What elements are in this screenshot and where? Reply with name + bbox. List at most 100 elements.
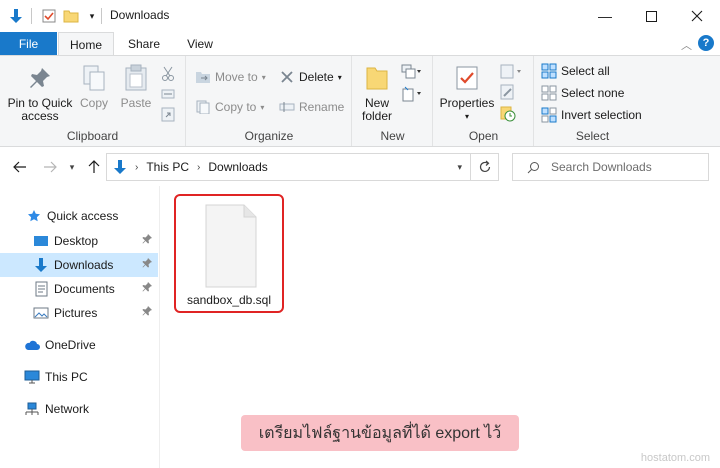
history-icon[interactable] bbox=[500, 104, 516, 124]
sql-file-icon bbox=[205, 204, 257, 288]
title-bar: ▾ Downloads — bbox=[0, 0, 720, 32]
nav-item-documents[interactable]: Documents bbox=[0, 277, 158, 301]
paste-button[interactable]: Paste bbox=[118, 62, 154, 110]
collapse-ribbon-chevron-icon[interactable]: ︿ bbox=[681, 37, 692, 53]
select-group: Select all Select none Invert selection … bbox=[535, 56, 650, 146]
select-all-label: Select all bbox=[561, 64, 610, 78]
nav-item-network[interactable]: Network bbox=[0, 397, 158, 421]
pictures-icon bbox=[33, 305, 49, 321]
move-to-label: Move to bbox=[215, 70, 258, 84]
nav-label-quick-access: Quick access bbox=[47, 209, 119, 223]
nav-item-this-pc[interactable]: This PC bbox=[0, 365, 158, 389]
tab-view[interactable]: View bbox=[176, 32, 224, 56]
help-button[interactable]: ? bbox=[698, 35, 714, 51]
delete-label: Delete bbox=[299, 70, 334, 84]
nav-label-downloads: Downloads bbox=[54, 258, 114, 272]
new-folder-label-line2: folder bbox=[361, 109, 393, 123]
up-arrow-icon[interactable] bbox=[86, 159, 102, 175]
properties-chevron-icon: ▾ bbox=[464, 112, 469, 121]
open-button[interactable] bbox=[500, 62, 524, 82]
nav-item-desktop[interactable]: Desktop bbox=[0, 229, 158, 253]
rename-label: Rename bbox=[299, 100, 345, 114]
copy-button[interactable]: Copy bbox=[76, 62, 112, 110]
select-all-button[interactable]: Select all bbox=[541, 61, 610, 81]
easy-access-button[interactable] bbox=[401, 84, 423, 104]
rename-button[interactable]: Rename bbox=[279, 97, 344, 117]
select-none-icon bbox=[541, 85, 557, 101]
new-folder-icon[interactable] bbox=[63, 8, 79, 24]
nav-item-pictures[interactable]: Pictures bbox=[0, 301, 158, 325]
copy-to-button[interactable]: Copy to ▾ bbox=[195, 97, 264, 117]
breadcrumb-chevron-icon[interactable]: › bbox=[135, 162, 138, 173]
navigation-pane: Quick access Desktop Downloads Documents bbox=[0, 186, 160, 468]
breadcrumb-this-pc[interactable]: This PC bbox=[146, 160, 189, 174]
delete-button[interactable]: Delete ▾ bbox=[279, 67, 342, 87]
nav-label-desktop: Desktop bbox=[54, 234, 99, 248]
new-folder-button[interactable]: New folder bbox=[357, 62, 397, 123]
search-icon bbox=[527, 159, 543, 175]
close-icon[interactable] bbox=[674, 0, 720, 32]
copy-to-icon bbox=[195, 99, 211, 115]
invert-selection-label: Invert selection bbox=[561, 108, 642, 122]
breadcrumb-chevron-icon[interactable]: › bbox=[197, 162, 200, 173]
ribbon: Pin to Quick access Copy Paste Clipboard bbox=[0, 55, 720, 147]
move-to-button[interactable]: Move to ▾ bbox=[195, 67, 266, 87]
minimize-icon[interactable]: — bbox=[582, 0, 628, 32]
nav-item-quick-access[interactable]: Quick access bbox=[0, 204, 158, 228]
tab-home[interactable]: Home bbox=[58, 32, 114, 56]
paste-shortcut-icon[interactable] bbox=[161, 104, 175, 124]
downloads-location-icon bbox=[113, 159, 129, 175]
organize-group: Move to ▾ Copy to ▾ Delete ▾ Rename Organiz… bbox=[187, 56, 352, 146]
copy-to-label: Copy to bbox=[215, 100, 257, 114]
customize-toolbar-chevron-icon[interactable]: ▾ bbox=[84, 8, 100, 24]
select-group-label: Select bbox=[575, 129, 610, 143]
select-none-button[interactable]: Select none bbox=[541, 83, 624, 103]
recent-locations-chevron-icon[interactable]: ▾ bbox=[64, 159, 80, 175]
select-none-label: Select none bbox=[561, 86, 625, 100]
copy-path-icon[interactable] bbox=[161, 84, 175, 104]
address-history-chevron-icon[interactable]: ▾ bbox=[457, 162, 462, 173]
tab-share[interactable]: Share bbox=[120, 32, 168, 56]
instruction-caption: เตรียมไฟล์ฐานข้อมูลที่ได้ export ไว้ bbox=[241, 415, 519, 451]
back-arrow-icon[interactable] bbox=[12, 159, 28, 175]
delete-x-icon bbox=[279, 69, 295, 85]
nav-item-onedrive[interactable]: OneDrive bbox=[0, 333, 158, 357]
title-separator bbox=[101, 8, 102, 24]
breadcrumb-downloads[interactable]: Downloads bbox=[208, 160, 267, 174]
maximize-icon[interactable] bbox=[628, 0, 674, 32]
copy-label: Copy bbox=[79, 96, 108, 110]
file-list-area[interactable]: sandbox_db.sql เตรียมไฟล์ฐานข้อมูลที่ได้… bbox=[161, 186, 720, 468]
forward-arrow-icon[interactable] bbox=[42, 159, 58, 175]
desktop-icon bbox=[33, 233, 49, 249]
navigation-row: ▾ › This PC › Downloads ▾ Search Downloa… bbox=[0, 148, 720, 186]
watermark-text: hostatom.com bbox=[640, 452, 710, 464]
nav-item-downloads[interactable]: Downloads bbox=[0, 253, 158, 277]
network-icon bbox=[24, 401, 40, 417]
cut-icon[interactable] bbox=[161, 64, 175, 84]
invert-selection-button[interactable]: Invert selection bbox=[541, 105, 642, 125]
properties-icon bbox=[451, 62, 483, 94]
cloud-icon bbox=[24, 337, 40, 353]
explorer-down-arrow-icon[interactable] bbox=[8, 8, 24, 24]
search-box[interactable]: Search Downloads bbox=[512, 153, 709, 181]
documents-icon bbox=[33, 281, 49, 297]
search-placeholder: Search Downloads bbox=[551, 160, 652, 174]
nav-label-onedrive: OneDrive bbox=[45, 338, 96, 352]
title-separator bbox=[31, 8, 32, 24]
nav-label-pictures: Pictures bbox=[54, 306, 98, 320]
clipboard-group-label: Clipboard bbox=[66, 129, 119, 143]
file-name-label: sandbox_db.sql bbox=[186, 293, 272, 307]
new-group: New folder New bbox=[353, 56, 433, 146]
properties-button[interactable]: Properties ▾ bbox=[438, 62, 496, 123]
pinned-icon bbox=[142, 258, 152, 271]
address-bar[interactable]: › This PC › Downloads ▾ bbox=[106, 153, 471, 181]
refresh-button[interactable] bbox=[471, 153, 499, 181]
file-item-sandbox-db[interactable]: sandbox_db.sql bbox=[174, 194, 284, 313]
pin-to-quick-access-button[interactable]: Pin to Quick access bbox=[6, 62, 74, 123]
clipboard-group: Pin to Quick access Copy Paste Clipboard bbox=[0, 56, 186, 146]
edit-icon[interactable] bbox=[500, 82, 516, 102]
new-item-button[interactable] bbox=[401, 62, 423, 82]
properties-label: Properties bbox=[439, 96, 495, 110]
tab-file[interactable]: File bbox=[0, 32, 57, 56]
properties-check-icon[interactable] bbox=[41, 8, 57, 24]
